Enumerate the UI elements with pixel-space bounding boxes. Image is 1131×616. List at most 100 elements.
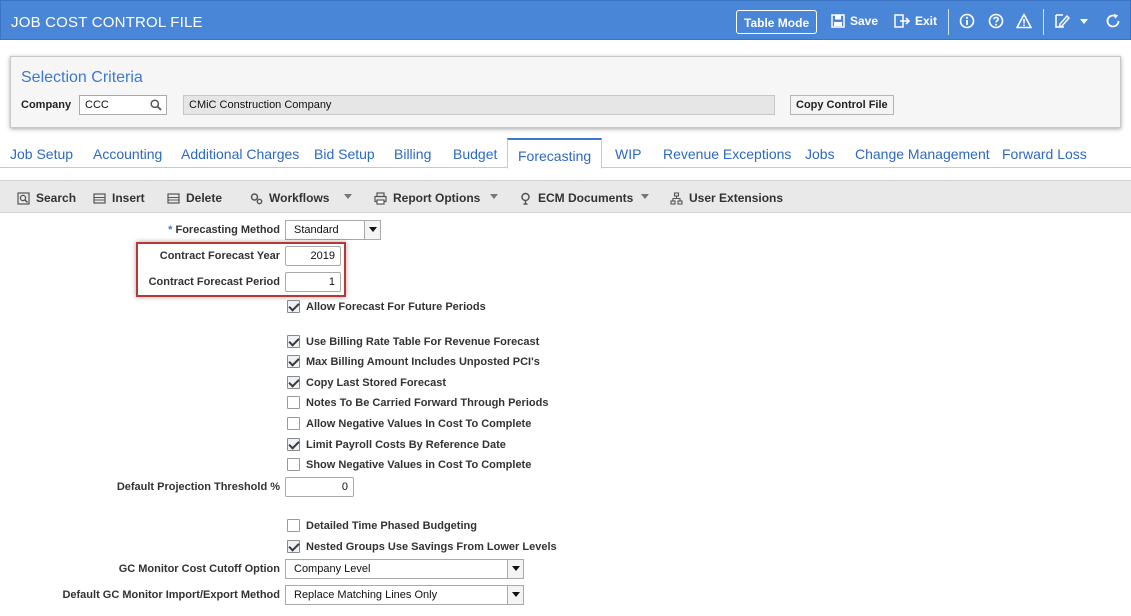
- contract-forecast-year-label: Contract Forecast Year: [159, 250, 280, 262]
- company-label: Company: [21, 99, 72, 111]
- allow-forecast-future-periods-row[interactable]: Allow Forecast For Future Periods: [287, 300, 486, 313]
- ecm-documents-button[interactable]: ECM Documents: [519, 191, 633, 205]
- exit-label: Exit: [915, 14, 938, 28]
- company-name-field: CMiC Construction Company: [183, 95, 775, 115]
- limit-payroll-costs-checkbox[interactable]: [287, 438, 300, 451]
- max-billing-amount-row[interactable]: Max Billing Amount Includes Unposted PCI…: [287, 355, 540, 368]
- save-label: Save: [850, 14, 879, 28]
- tab-job-setup[interactable]: Job Setup: [10, 146, 73, 162]
- tab-accounting[interactable]: Accounting: [93, 146, 162, 162]
- save-icon: [831, 14, 845, 28]
- nested-groups-savings-row[interactable]: Nested Groups Use Savings From Lower Lev…: [287, 540, 557, 553]
- tab-forward-loss[interactable]: Forward Loss: [1002, 146, 1087, 162]
- selection-criteria-title: Selection Criteria: [21, 69, 143, 86]
- copy-last-stored-forecast-checkbox[interactable]: [287, 376, 300, 389]
- allow-negative-values-checkbox[interactable]: [287, 417, 300, 430]
- report-options-button[interactable]: Report Options: [374, 191, 480, 205]
- insert-button[interactable]: Insert: [93, 191, 145, 205]
- page-title: JOB COST CONTROL FILE: [11, 14, 203, 31]
- exit-button[interactable]: Exit: [894, 14, 937, 28]
- report-options-label: Report Options: [393, 191, 481, 205]
- nested-groups-savings-checkbox[interactable]: [287, 540, 300, 553]
- max-billing-amount-checkbox[interactable]: [287, 355, 300, 368]
- warning-icon[interactable]: [1016, 13, 1032, 29]
- workflows-label: Workflows: [269, 191, 330, 205]
- use-billing-rate-table-checkbox[interactable]: [287, 335, 300, 348]
- gc-monitor-import-export-label: Default GC Monitor Import/Export Method: [62, 589, 280, 601]
- copy-control-file-button[interactable]: Copy Control File: [790, 95, 894, 115]
- chevron-down-icon[interactable]: [507, 560, 523, 578]
- ecm-documents-dropdown-icon[interactable]: [641, 194, 649, 199]
- workflows-dropdown-icon[interactable]: [344, 194, 352, 199]
- copy-last-stored-forecast-row[interactable]: Copy Last Stored Forecast: [287, 376, 446, 389]
- contract-forecast-period-input[interactable]: 1: [285, 272, 341, 292]
- use-billing-rate-table-row[interactable]: Use Billing Rate Table For Revenue Forec…: [287, 335, 539, 348]
- search-icon[interactable]: [150, 99, 162, 111]
- checkbox-label: Allow Negative Values In Cost To Complet…: [306, 417, 532, 430]
- tab-budget[interactable]: Budget: [453, 146, 497, 162]
- contract-forecast-year-input[interactable]: 2019: [285, 246, 341, 266]
- insert-row-icon: [93, 192, 106, 204]
- table-mode-button[interactable]: Table Mode: [736, 10, 818, 34]
- checkbox-label: Max Billing Amount Includes Unposted PCI…: [306, 355, 540, 368]
- tab-revenue-exceptions[interactable]: Revenue Exceptions: [663, 146, 791, 162]
- forecasting-method-select[interactable]: Standard: [285, 220, 381, 240]
- show-negative-values-checkbox[interactable]: [287, 458, 300, 471]
- tab-bid-setup[interactable]: Bid Setup: [314, 146, 375, 162]
- edit-note-icon[interactable]: [1054, 13, 1070, 29]
- gc-monitor-cost-cutoff-select[interactable]: Company Level: [285, 559, 524, 579]
- chevron-down-icon[interactable]: [507, 586, 523, 604]
- default-projection-threshold-input[interactable]: 0: [285, 477, 354, 497]
- insert-label: Insert: [112, 191, 145, 205]
- checkbox-label: Limit Payroll Costs By Reference Date: [306, 438, 506, 451]
- tab-change-management[interactable]: Change Management: [855, 146, 990, 162]
- help-icon[interactable]: [988, 13, 1004, 29]
- user-extensions-label: User Extensions: [689, 191, 784, 205]
- print-icon: [374, 191, 387, 205]
- search-label: Search: [36, 191, 77, 205]
- exit-icon: [894, 14, 910, 28]
- allow-forecast-future-periods-checkbox[interactable]: [287, 300, 300, 313]
- gc-monitor-import-export-select[interactable]: Replace Matching Lines Only: [285, 585, 524, 605]
- user-extensions-button[interactable]: User Extensions: [670, 191, 783, 205]
- workflows-button[interactable]: Workflows: [250, 191, 329, 205]
- tab-additional-charges[interactable]: Additional Charges: [181, 146, 299, 162]
- info-icon[interactable]: [959, 13, 975, 29]
- forecasting-method-value: Standard: [294, 224, 339, 236]
- contract-forecast-period-label: Contract Forecast Period: [148, 276, 280, 288]
- hierarchy-icon: [670, 191, 683, 205]
- header-divider: [1043, 9, 1044, 35]
- app-header: JOB COST CONTROL FILE Table Mode Save Ex…: [0, 0, 1131, 40]
- notes-carried-forward-row[interactable]: Notes To Be Carried Forward Through Peri…: [287, 396, 548, 409]
- checkbox-label: Notes To Be Carried Forward Through Peri…: [306, 396, 549, 409]
- gc-monitor-cost-cutoff-value: Company Level: [294, 563, 371, 575]
- chevron-down-icon[interactable]: [1078, 15, 1090, 27]
- tab-jobs[interactable]: Jobs: [805, 146, 835, 162]
- report-options-dropdown-icon[interactable]: [490, 194, 498, 199]
- checkbox-label: Show Negative Values in Cost To Complete: [306, 458, 532, 471]
- gc-monitor-import-export-value: Replace Matching Lines Only: [294, 589, 438, 601]
- ecm-documents-label: ECM Documents: [538, 191, 634, 205]
- tab-billing[interactable]: Billing: [394, 146, 431, 162]
- delete-row-icon: [167, 192, 180, 204]
- company-value: CCC: [85, 99, 109, 111]
- limit-payroll-costs-row[interactable]: Limit Payroll Costs By Reference Date: [287, 438, 506, 451]
- notes-carried-forward-checkbox[interactable]: [287, 396, 300, 409]
- default-projection-threshold-label: Default Projection Threshold %: [116, 481, 280, 493]
- tab-forecasting[interactable]: Forecasting: [507, 138, 603, 169]
- tab-wip[interactable]: WIP: [615, 146, 641, 162]
- delete-button[interactable]: Delete: [167, 191, 222, 205]
- company-input[interactable]: CCC: [79, 95, 167, 115]
- detailed-time-phased-budgeting-checkbox[interactable]: [287, 519, 300, 532]
- detailed-time-phased-budgeting-row[interactable]: Detailed Time Phased Budgeting: [287, 519, 477, 532]
- chevron-down-icon[interactable]: [364, 221, 380, 239]
- delete-label: Delete: [186, 191, 223, 205]
- gc-monitor-cost-cutoff-label: GC Monitor Cost Cutoff Option: [118, 563, 280, 575]
- show-negative-values-row[interactable]: Show Negative Values in Cost To Complete: [287, 458, 531, 471]
- search-button[interactable]: Search: [17, 191, 76, 205]
- allow-negative-values-row[interactable]: Allow Negative Values In Cost To Complet…: [287, 417, 531, 430]
- ecm-documents-icon: [521, 192, 530, 205]
- save-button[interactable]: Save: [831, 14, 878, 28]
- checkbox-label: Detailed Time Phased Budgeting: [306, 519, 477, 532]
- refresh-icon[interactable]: [1105, 13, 1121, 29]
